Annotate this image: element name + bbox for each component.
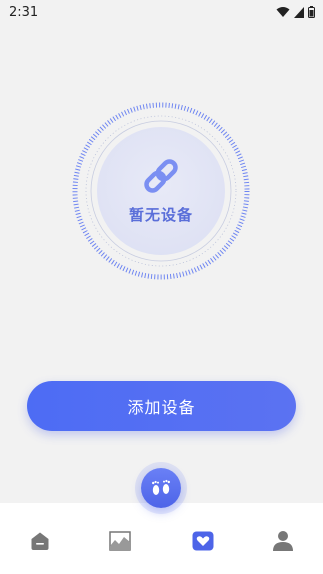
footprints-button[interactable]	[141, 468, 181, 508]
tab-home[interactable]	[26, 527, 54, 555]
battery-icon	[308, 6, 315, 18]
chart-icon	[109, 531, 131, 551]
device-status-circle: 暂无设备	[97, 127, 225, 255]
home-icon	[31, 532, 49, 550]
link-icon	[144, 158, 178, 193]
status-time: 2:31	[9, 4, 39, 20]
tab-profile[interactable]	[269, 527, 297, 555]
status-bar: 2:31	[0, 0, 323, 24]
tab-chart[interactable]	[106, 527, 134, 555]
profile-icon	[273, 531, 293, 551]
add-device-button[interactable]: 添加设备	[27, 381, 296, 431]
signal-icon	[294, 6, 304, 18]
footprints-icon	[152, 479, 170, 495]
wifi-icon	[276, 7, 290, 17]
tab-device[interactable]	[189, 527, 217, 555]
bottom-tab-bar	[0, 503, 323, 574]
no-device-label: 暂无设备	[128, 205, 193, 224]
status-icons	[276, 6, 315, 18]
device-heart-icon	[192, 531, 214, 551]
